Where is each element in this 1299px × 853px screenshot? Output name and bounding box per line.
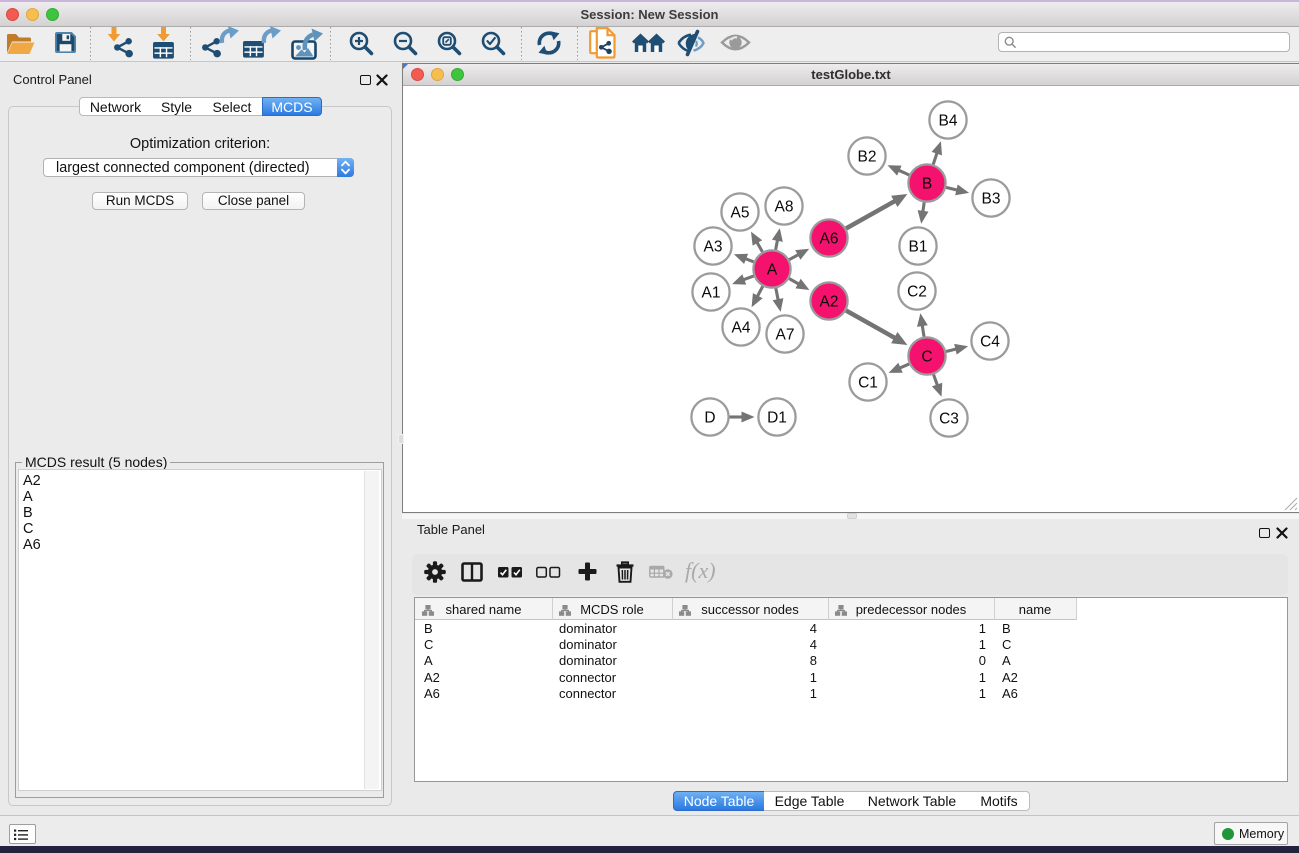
svg-text:A8: A8 bbox=[775, 199, 794, 216]
svg-text:C: C bbox=[921, 349, 932, 366]
svg-text:B4: B4 bbox=[939, 113, 958, 130]
svg-text:D: D bbox=[704, 410, 715, 427]
svg-text:B: B bbox=[922, 176, 932, 193]
svg-text:A: A bbox=[767, 262, 778, 279]
svg-text:D1: D1 bbox=[767, 410, 787, 427]
svg-text:A1: A1 bbox=[702, 285, 721, 302]
svg-text:B2: B2 bbox=[858, 149, 877, 166]
svg-text:A4: A4 bbox=[732, 320, 751, 337]
svg-text:A5: A5 bbox=[731, 205, 750, 222]
svg-text:B1: B1 bbox=[909, 239, 928, 256]
svg-text:C4: C4 bbox=[980, 334, 1000, 351]
svg-text:A7: A7 bbox=[776, 327, 795, 344]
svg-text:C2: C2 bbox=[907, 284, 927, 301]
svg-text:A3: A3 bbox=[704, 239, 723, 256]
svg-text:A6: A6 bbox=[820, 231, 839, 248]
svg-text:B3: B3 bbox=[982, 191, 1001, 208]
svg-text:C1: C1 bbox=[858, 375, 878, 392]
svg-text:A2: A2 bbox=[820, 294, 839, 311]
svg-text:C3: C3 bbox=[939, 411, 959, 428]
